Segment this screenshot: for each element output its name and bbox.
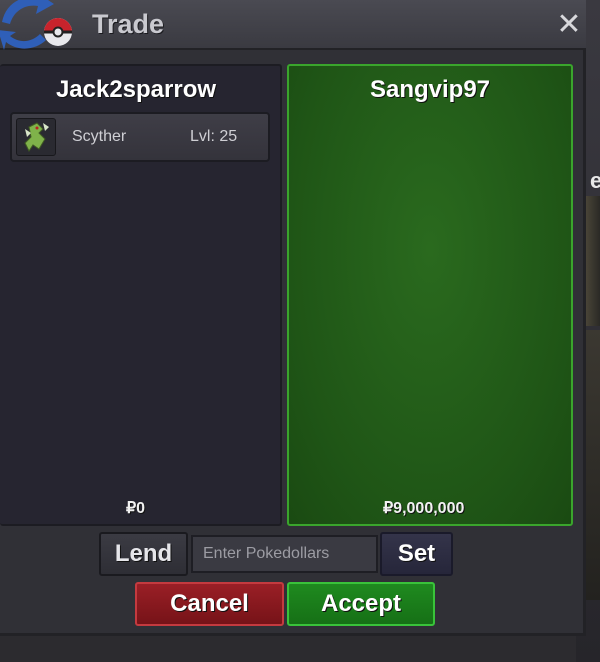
pokeball-trade-logo-icon	[0, 0, 72, 50]
item-name: Scyther	[72, 128, 127, 145]
scyther-sprite-icon	[16, 118, 56, 156]
background-text-fragment: e	[590, 168, 600, 193]
player-name-right: Sangvip97	[369, 76, 491, 103]
my-offer-panel: Jack2sparrow Scyther Lvl: 25 ₽0	[0, 64, 282, 526]
lend-button[interactable]: Lend	[99, 532, 188, 576]
trade-window: Trade ✕ Jack2sparrow Scyther Lvl: 25 ₽0 …	[0, 0, 586, 636]
window-title: Trade	[92, 9, 165, 39]
money-offer-left: ₽0	[126, 500, 146, 517]
trade-item-row[interactable]: Scyther Lvl: 25	[10, 112, 270, 162]
title-bar[interactable]: Trade ✕	[0, 0, 586, 50]
cancel-button[interactable]: Cancel	[135, 582, 284, 626]
item-level: Lvl: 25	[190, 128, 238, 145]
money-offer-right: ₽9,000,000	[383, 500, 465, 517]
player-name-left: Jack2sparrow	[55, 76, 217, 103]
close-icon[interactable]: ✕	[553, 9, 585, 41]
partner-offer-panel: Sangvip97 ₽9,000,000	[287, 64, 573, 526]
accept-button[interactable]: Accept	[287, 582, 435, 626]
set-button[interactable]: Set	[380, 532, 453, 576]
pokedollars-input[interactable]	[191, 535, 378, 573]
